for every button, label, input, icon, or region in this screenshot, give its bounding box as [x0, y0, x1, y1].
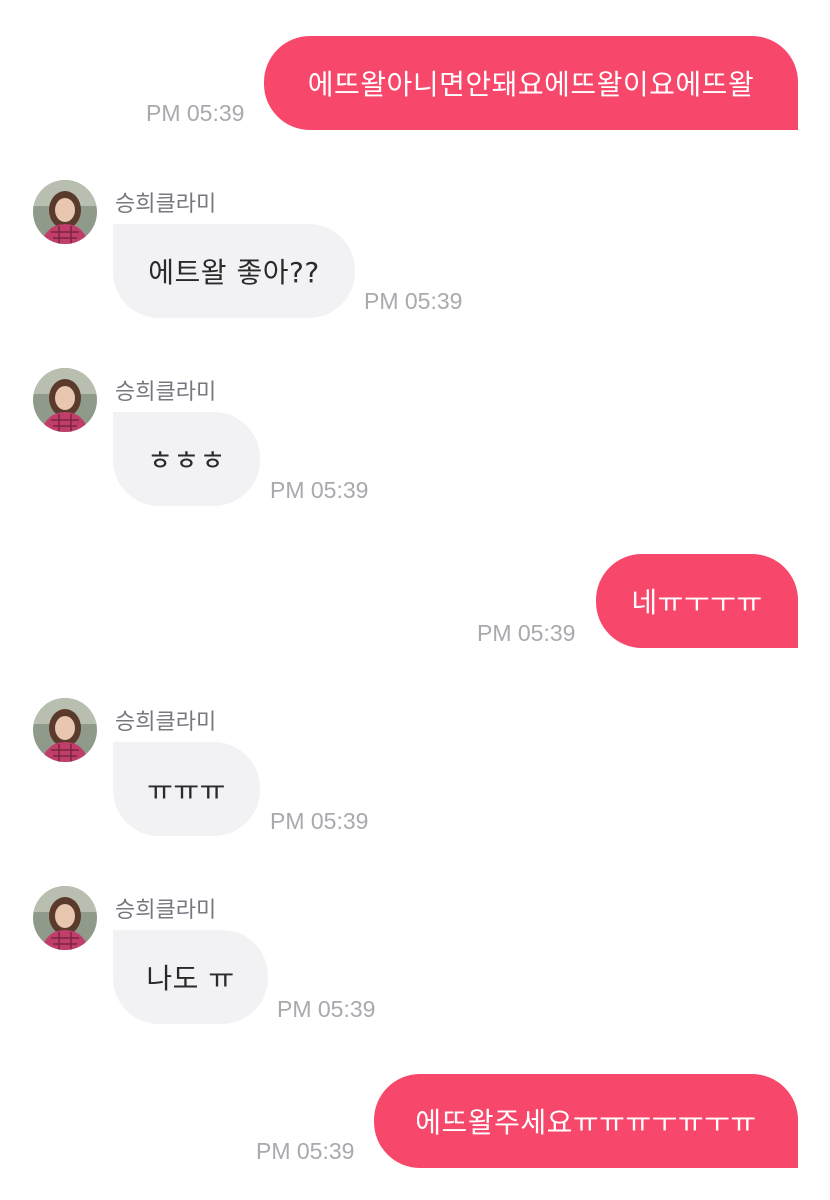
avatar-photo-icon	[33, 886, 97, 950]
message-bubble[interactable]: 에트왈 좋아??	[113, 224, 355, 318]
message-text: 에뜨왈주세요ㅠㅠㅠㅜㅠㅜㅠ	[415, 1106, 757, 1139]
message-timestamp: PM 05:39	[277, 996, 376, 1022]
message-text: 네ㅠㅜㅜㅠ	[631, 586, 763, 619]
message-text: 나도 ㅠ	[146, 962, 235, 995]
message-timestamp: PM 05:39	[270, 808, 369, 834]
avatar-photo-icon	[33, 698, 97, 762]
sender-name: 승희클라미	[115, 380, 217, 405]
message-text: 에트왈 좋아??	[148, 256, 320, 289]
message-text: ㅠㅠㅠ	[147, 774, 226, 807]
message-timestamp: PM 05:39	[256, 1138, 355, 1164]
sender-name: 승희클라미	[115, 192, 217, 217]
message-timestamp: PM 05:39	[364, 288, 463, 314]
message-bubble[interactable]: 에뜨왈주세요ㅠㅠㅠㅜㅠㅜㅠ	[374, 1074, 798, 1168]
sender-avatar[interactable]	[33, 698, 97, 762]
message-bubble[interactable]: 네ㅠㅜㅜㅠ	[596, 554, 798, 648]
sender-avatar[interactable]	[33, 886, 97, 950]
avatar-photo-icon	[33, 368, 97, 432]
message-timestamp: PM 05:39	[477, 620, 576, 646]
sender-avatar[interactable]	[33, 368, 97, 432]
message-bubble[interactable]: 에뜨왈아니면안돼요에뜨왈이요에뜨왈	[264, 36, 798, 130]
avatar-photo-icon	[33, 180, 97, 244]
sender-name: 승희클라미	[115, 898, 217, 923]
message-bubble[interactable]: 나도 ㅠ	[113, 930, 268, 1024]
message-bubble[interactable]: ㅎㅎㅎ	[113, 412, 260, 506]
message-text: ㅎㅎㅎ	[147, 444, 226, 477]
message-timestamp: PM 05:39	[146, 100, 245, 126]
message-timestamp: PM 05:39	[270, 477, 369, 503]
message-text: 에뜨왈아니면안돼요에뜨왈이요에뜨왈	[307, 68, 755, 101]
message-bubble[interactable]: ㅠㅠㅠ	[113, 742, 260, 836]
sender-name: 승희클라미	[115, 710, 217, 735]
sender-avatar[interactable]	[33, 180, 97, 244]
